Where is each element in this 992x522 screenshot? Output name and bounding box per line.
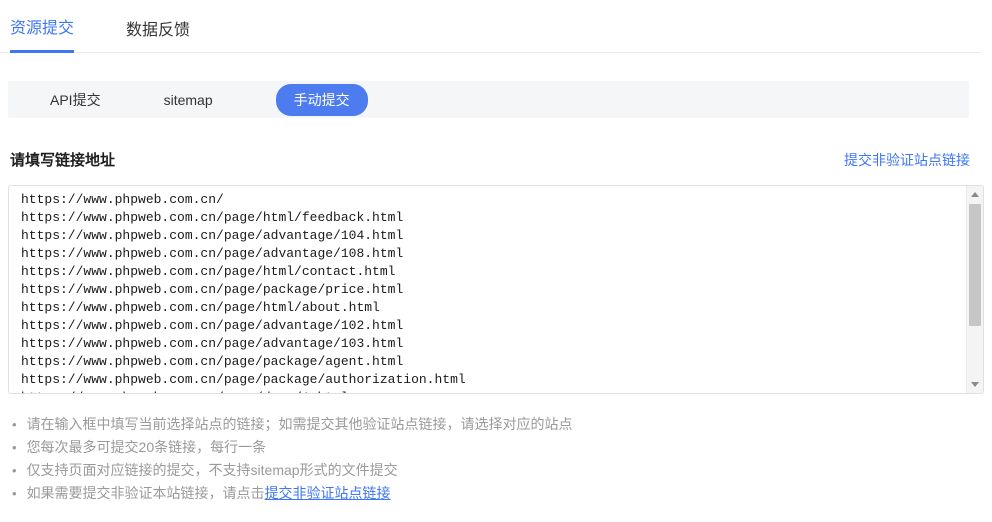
tab-resource-submit[interactable]: 资源提交 [10,14,74,53]
instruction-item: 仅支持页面对应链接的提交，不支持sitemap形式的文件提交 [12,459,992,482]
subtab-sitemap[interactable]: sitemap [164,92,213,108]
primary-tab-bar: 资源提交 数据反馈 [0,0,981,53]
instruction-item: 如果需要提交非验证本站链接，请点击提交非验证站点链接 [12,482,992,505]
url-list: https://www.phpweb.com.cn/https://www.ph… [9,186,983,393]
url-line: https://www.phpweb.com.cn/page/package/p… [21,281,955,299]
url-line: https://www.phpweb.com.cn/page/advantage… [21,245,955,263]
url-line: https://www.phpweb.com.cn/ [21,191,955,209]
url-line: https://www.phpweb.com.cn/page/advantage… [21,317,955,335]
vertical-scrollbar[interactable] [966,186,983,393]
submit-unverified-site-link[interactable]: 提交非验证站点链接 [844,150,970,170]
instruction-item: 请在输入框中填写当前选择站点的链接；如需提交其他验证站点链接，请选择对应的站点 [12,413,992,436]
instruction-text: 如果需要提交非验证本站链接，请点击 [27,485,265,501]
submit-method-bar: API提交 sitemap 手动提交 [8,81,969,118]
url-line: https://www.phpweb.com.cn/page/html/abou… [21,299,955,317]
url-line: https://www.phpweb.com.cn/page/package/a… [21,353,955,371]
section-title: 请填写链接地址 [10,149,115,170]
url-line: https://www.phpweb.com.cn/page/html/cont… [21,263,955,281]
scroll-up-icon[interactable] [971,192,979,197]
subtab-manual-submit[interactable]: 手动提交 [276,84,368,116]
section-header: 请填写链接地址 提交非验证站点链接 [10,149,970,170]
instruction-text: 您每次最多可提交20条链接，每行一条 [27,439,267,455]
url-line: https://www.phpweb.com.cn/page/package/a… [21,371,955,389]
url-line: https://www.phpweb.com.cn/page/advantage… [21,335,955,353]
instruction-text: 请在输入框中填写当前选择站点的链接；如需提交其他验证站点链接，请选择对应的站点 [27,416,573,432]
instruction-text: 仅支持页面对应链接的提交，不支持sitemap形式的文件提交 [27,462,398,478]
url-line: https://www.phpweb.com.cn/page/html/feed… [21,209,955,227]
subtab-api-submit[interactable]: API提交 [50,90,101,110]
scroll-down-icon[interactable] [971,382,979,387]
instruction-item: 您每次最多可提交20条链接，每行一条 [12,436,992,459]
link-input-textarea[interactable]: https://www.phpweb.com.cn/https://www.ph… [8,185,984,394]
url-line: https://www.phpweb.com.cn/page/demo/1.ht… [21,389,955,393]
scrollbar-thumb[interactable] [969,204,981,326]
submit-unverified-site-inline-link[interactable]: 提交非验证站点链接 [265,485,391,501]
instructions-list: 请在输入框中填写当前选择站点的链接；如需提交其他验证站点链接，请选择对应的站点您… [12,413,992,505]
url-line: https://www.phpweb.com.cn/page/advantage… [21,227,955,245]
tab-data-feedback[interactable]: 数据反馈 [126,16,190,52]
